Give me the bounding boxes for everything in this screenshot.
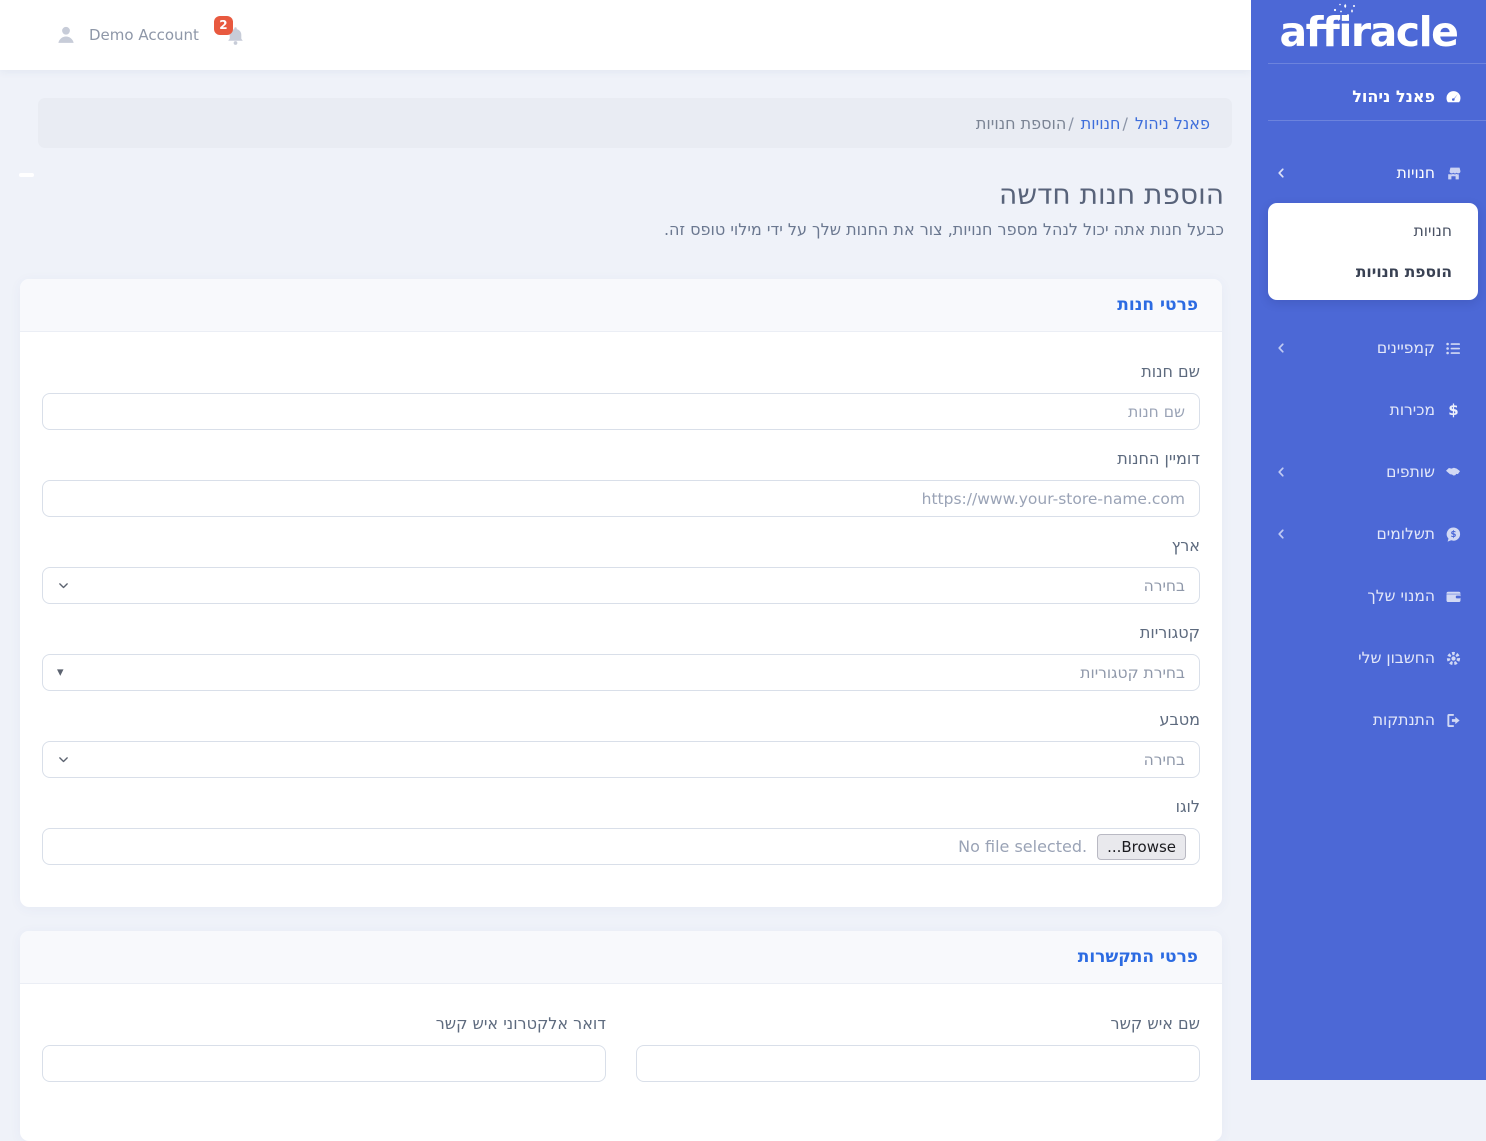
sidebar-item-label: תשלומים <box>1377 522 1435 546</box>
sidebar-item-label: מכירות <box>1390 398 1435 422</box>
sidebar: affiracle פאנל ניהול <box>1251 0 1486 1080</box>
sidebar-item-label: התנתקות <box>1373 708 1435 732</box>
breadcrumb: פאנל ניהול / חנויות / הוספת חנויות <box>38 98 1232 148</box>
notification-badge: 2 <box>214 16 233 35</box>
app-logo[interactable]: affiracle <box>1251 0 1486 63</box>
top-header: Demo Account 2 <box>0 0 1251 70</box>
country-selected-value: בחירה <box>1144 577 1185 595</box>
user-icon <box>55 24 77 46</box>
sidebar-item-partners[interactable]: שותפים <box>1251 460 1486 484</box>
chevron-left-icon <box>1275 342 1287 354</box>
wallet-icon <box>1445 588 1462 605</box>
sparkles-icon <box>1327 2 1361 24</box>
store-name-label: שם חנות <box>42 362 1200 381</box>
store-domain-label: דומיין החנות <box>42 449 1200 468</box>
sidebar-item-label: החשבון שלי <box>1358 646 1435 670</box>
store-icon <box>1445 165 1462 182</box>
list-icon <box>1445 340 1462 357</box>
gauge-icon <box>1445 88 1462 105</box>
caret-down-icon: ▾ <box>57 666 64 679</box>
submenu-item-stores[interactable]: חנויות <box>1294 221 1452 241</box>
breadcrumb-separator: / <box>1122 114 1127 133</box>
contact-details-card-title: פרטי התקשרות <box>20 931 1222 984</box>
contact-name-group: שם איש קשר <box>636 1014 1200 1082</box>
contact-name-label: שם איש קשר <box>636 1014 1200 1033</box>
store-domain-group: דומיין החנות <box>42 449 1200 517</box>
country-group: ארץ בחירה <box>42 536 1200 604</box>
store-domain-input[interactable] <box>42 480 1200 517</box>
main-area: Demo Account 2 פאנל ניהול / חנויות / הוס… <box>0 0 1251 1080</box>
logo-group: לוגו ...Browse No file selected. <box>42 797 1200 865</box>
chevron-left-icon <box>1275 528 1287 540</box>
gear-icon <box>1445 650 1462 667</box>
dollar-icon: $ <box>1445 402 1462 419</box>
chevron-down-icon <box>57 753 70 766</box>
sidebar-item-account[interactable]: החשבון שלי <box>1251 646 1486 670</box>
logo-label: לוגו <box>42 797 1200 816</box>
breadcrumb-separator: / <box>1068 114 1073 133</box>
file-status-text: No file selected. <box>958 837 1087 856</box>
sidebar-item-logout[interactable]: התנתקות <box>1251 708 1486 732</box>
handshake-icon <box>1445 464 1462 481</box>
sidebar-item-payments[interactable]: $ תשלומים <box>1251 522 1486 546</box>
sidebar-item-label: פאנל ניהול <box>1352 87 1435 106</box>
sidebar-item-label: המנוי שלך <box>1367 584 1435 608</box>
logout-icon <box>1445 712 1462 729</box>
svg-text:$: $ <box>1451 530 1457 540</box>
sidebar-item-dashboard[interactable]: פאנל ניהול <box>1251 64 1486 120</box>
contact-name-input[interactable] <box>636 1045 1200 1082</box>
sidebar-item-subscription[interactable]: המנוי שלך <box>1251 584 1486 608</box>
sidebar-nav: חנויות חנויות הוספת חנויות קמפיינים <box>1251 121 1486 732</box>
store-details-card: פרטי חנות שם חנות דומיין החנות ארץ בחירה <box>20 279 1222 907</box>
sidebar-item-label: שותפים <box>1386 460 1435 484</box>
decorative-dash <box>19 173 34 177</box>
logo-text: affiracle <box>1280 8 1458 56</box>
sidebar-item-label: קמפיינים <box>1377 336 1435 360</box>
notifications-button[interactable]: 2 <box>225 25 246 46</box>
sidebar-item-sales[interactable]: $ מכירות <box>1251 398 1486 422</box>
chevron-left-icon <box>1275 466 1287 478</box>
currency-select[interactable]: בחירה <box>42 741 1200 778</box>
browse-button[interactable]: ...Browse <box>1097 834 1186 860</box>
page-header: הוספת חנות חדשה כבעל חנות אתה יכול לנהל … <box>20 178 1224 239</box>
country-select[interactable]: בחירה <box>42 567 1200 604</box>
page-subtitle: כבעל חנות אתה יכול לנהל מספר חנויות, צור… <box>20 220 1224 239</box>
breadcrumb-current: הוספת חנויות <box>976 114 1066 133</box>
store-name-group: שם חנות <box>42 362 1200 430</box>
breadcrumb-link-stores[interactable]: חנויות <box>1081 114 1121 133</box>
page-title: הוספת חנות חדשה <box>20 178 1224 211</box>
categories-multiselect[interactable]: בחירת קטגוריות ▾ <box>42 654 1200 691</box>
store-details-card-title: פרטי חנות <box>20 279 1222 332</box>
contact-email-group: דואר אלקטרוני איש קשר <box>42 1014 606 1101</box>
user-name: Demo Account <box>89 26 199 44</box>
store-name-input[interactable] <box>42 393 1200 430</box>
chevron-down-icon <box>57 579 70 592</box>
user-menu[interactable]: Demo Account <box>55 24 199 46</box>
contact-email-label: דואר אלקטרוני איש קשר <box>42 1014 606 1033</box>
breadcrumb-link-dashboard[interactable]: פאנל ניהול <box>1135 114 1210 133</box>
comment-dollar-icon: $ <box>1445 526 1462 543</box>
sidebar-item-label: חנויות <box>1397 161 1435 185</box>
logo-file-input[interactable]: ...Browse No file selected. <box>42 828 1200 865</box>
categories-group: קטגוריות בחירת קטגוריות ▾ <box>42 623 1200 691</box>
currency-group: מטבע בחירה <box>42 710 1200 778</box>
sidebar-item-campaigns[interactable]: קמפיינים <box>1251 336 1486 360</box>
chevron-left-icon <box>1275 167 1287 179</box>
categories-label: קטגוריות <box>42 623 1200 642</box>
contact-details-card: פרטי התקשרות שם איש קשר דואר אלקטרוני אי… <box>20 931 1222 1141</box>
submenu-item-add-stores[interactable]: הוספת חנויות <box>1294 262 1452 282</box>
currency-label: מטבע <box>42 710 1200 729</box>
stores-submenu: חנויות הוספת חנויות <box>1268 203 1478 300</box>
sidebar-item-stores[interactable]: חנויות <box>1251 161 1486 185</box>
currency-selected-value: בחירה <box>1144 751 1185 769</box>
country-label: ארץ <box>42 536 1200 555</box>
categories-selected-value: בחירת קטגוריות <box>1080 664 1185 682</box>
contact-email-input[interactable] <box>42 1045 606 1082</box>
